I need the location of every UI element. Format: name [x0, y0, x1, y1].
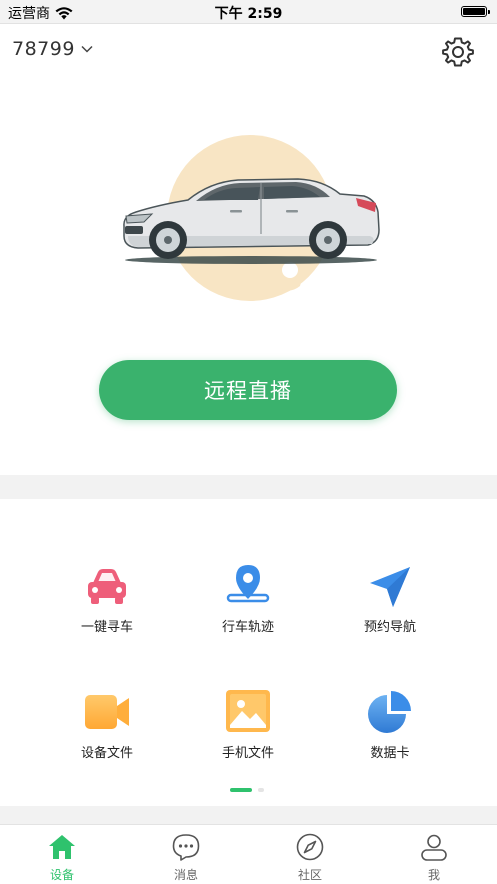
grid-item-trip-track[interactable]: 行车轨迹	[188, 563, 308, 647]
tab-messages[interactable]: 消息	[124, 825, 248, 884]
section-divider	[0, 475, 497, 499]
grid-label-phone-files: 手机文件	[221, 746, 274, 761]
home-icon	[49, 835, 75, 859]
grid-item-data-card[interactable]: 数据卡	[330, 689, 450, 773]
compass-icon	[296, 833, 324, 861]
video-camera-icon	[85, 695, 129, 729]
section-divider-bottom	[0, 806, 497, 824]
tab-label-community: 社区	[297, 868, 322, 882]
tab-bar: 设备 消息 社区 我	[0, 824, 497, 883]
page-dot-active	[230, 788, 252, 792]
chevron-down-icon	[81, 45, 93, 53]
tab-community[interactable]: 社区	[248, 825, 372, 884]
grid-label-find-car: 一键寻车	[80, 620, 133, 635]
grid-label-data-card: 数据卡	[370, 746, 410, 761]
gear-icon[interactable]	[441, 35, 475, 69]
device-id: 78799	[12, 38, 75, 60]
navigation-arrow-icon	[370, 567, 410, 607]
grid-item-phone-files[interactable]: 手机文件	[188, 689, 308, 773]
status-time: 下午 2:59	[214, 6, 283, 22]
tab-label-me: 我	[427, 868, 440, 882]
device-selector[interactable]: 78799	[12, 38, 93, 60]
grid-item-navigation[interactable]: 预约导航	[330, 563, 450, 647]
user-icon	[421, 834, 447, 861]
car-icon	[88, 569, 126, 604]
location-pin-icon	[226, 565, 270, 603]
page-indicator	[230, 788, 264, 792]
car-illustration	[123, 178, 380, 264]
tab-label-messages: 消息	[173, 868, 198, 882]
pie-chart-icon	[368, 691, 411, 733]
grid-label-trip-track: 行车轨迹	[221, 620, 274, 635]
tab-label-device: 设备	[49, 868, 74, 882]
status-bar: 运营商 下午 2:59	[0, 0, 497, 24]
grid-label-device-files: 设备文件	[80, 746, 133, 761]
grid-item-device-files[interactable]: 设备文件	[47, 689, 167, 773]
battery-icon	[461, 6, 490, 17]
tab-device[interactable]: 设备	[0, 825, 124, 884]
chat-bubble-icon	[172, 834, 200, 861]
page-dot	[258, 788, 264, 792]
grid-item-find-car[interactable]: 一键寻车	[47, 563, 167, 647]
tab-me[interactable]: 我	[372, 825, 496, 884]
remote-live-button[interactable]: 远程直播	[99, 360, 397, 420]
image-icon	[226, 690, 270, 732]
grid-label-navigation: 预约导航	[363, 620, 416, 635]
